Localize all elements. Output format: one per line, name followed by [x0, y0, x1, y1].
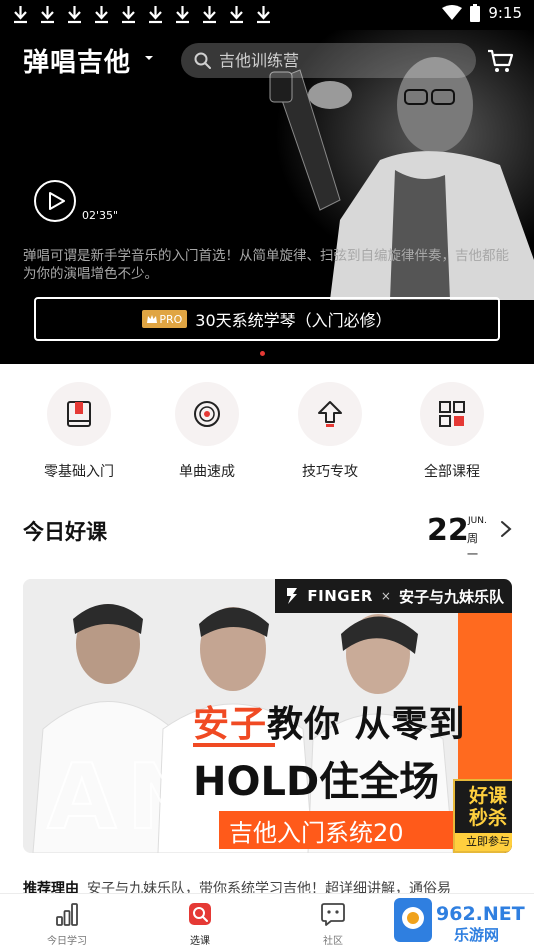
course-headline: 安子教你 从零到 — [193, 695, 466, 747]
download-icon — [122, 6, 135, 24]
chevron-right-icon[interactable] — [500, 520, 512, 538]
ghost-watermark-text: AN — [46, 744, 212, 851]
play-button[interactable] — [34, 180, 76, 222]
page-title[interactable]: 弹唱吉他 — [23, 42, 131, 79]
category-single-song[interactable]: 单曲速成 — [147, 382, 267, 481]
wifi-icon — [442, 5, 463, 20]
download-icon — [203, 6, 216, 24]
upload-arrow-icon — [318, 401, 342, 427]
status-time: 9:15 — [488, 4, 522, 22]
course-select-icon — [189, 903, 211, 925]
promo-line-2: 秒杀 — [468, 807, 507, 829]
date-day: 22 — [427, 513, 469, 548]
status-bar: 9:15 — [0, 0, 534, 30]
date-weekday: 周一 — [467, 532, 478, 561]
category-beginner[interactable]: 零基础入门 — [19, 382, 139, 481]
category-nav: 零基础入门 单曲速成 技巧专攻 全部课程 — [0, 382, 534, 482]
tab-course-select[interactable]: 选课 — [155, 900, 245, 947]
watermark-bottom-text: 乐游网 — [454, 926, 499, 944]
top-bar: 弹唱吉他 — [0, 40, 534, 84]
vinyl-icon — [194, 401, 220, 427]
carousel-dot-active — [260, 351, 265, 356]
pro-badge: PRO — [142, 310, 188, 328]
download-icon — [68, 6, 81, 24]
download-icon — [14, 6, 27, 24]
promo-line-1: 好课 — [468, 785, 507, 807]
category-all-courses[interactable]: 全部课程 — [392, 382, 512, 481]
download-icon — [176, 6, 189, 24]
carousel-indicator — [260, 351, 265, 356]
grid-icon — [439, 401, 465, 427]
search-box[interactable] — [181, 43, 476, 78]
finger-logo-icon — [287, 588, 298, 604]
course-series-label: 吉他入门系统20 — [219, 811, 455, 849]
category-label: 全部课程 — [424, 464, 480, 480]
crown-icon — [147, 315, 158, 323]
headline-highlight: 安子 — [193, 704, 268, 745]
tab-community[interactable]: 社区 — [288, 900, 378, 947]
battery-icon — [470, 4, 481, 22]
headline-underline — [193, 743, 275, 747]
featured-course-card[interactable]: AN FINGER × 安子与九妹乐队 安子教你 从零到 HOLD住全场 吉他入… — [23, 579, 512, 853]
category-label: 技巧专攻 — [302, 464, 358, 480]
category-label: 单曲速成 — [179, 464, 235, 480]
join-now-button[interactable]: 立即参与 — [455, 833, 512, 851]
cart-icon[interactable] — [486, 46, 514, 74]
chat-bubble-icon — [321, 903, 345, 926]
book-icon — [67, 401, 91, 427]
search-icon — [194, 52, 211, 69]
download-icon — [41, 6, 54, 24]
headline-rest: 教你 从零到 — [267, 704, 466, 745]
hero-banner[interactable]: 9:15 弹唱吉他 02'35" 弹唱可谓是新手学音乐的入门首选！从简单旋律、扫… — [0, 0, 534, 364]
site-watermark-logo: 962.NET 乐游网 — [394, 898, 525, 944]
caret-down-icon[interactable] — [145, 54, 153, 62]
play-icon — [49, 192, 65, 210]
course-cta-button[interactable]: PRO 30天系统学琴（入门必修） — [34, 297, 500, 341]
download-icon — [230, 6, 243, 24]
tab-label: 今日学习 — [47, 936, 87, 947]
partner-name: 安子与九妹乐队 — [398, 587, 504, 606]
section-title: 今日好课 — [23, 520, 107, 544]
tab-label: 选课 — [190, 936, 210, 947]
flash-sale-badge[interactable]: 好课 秒杀 立即参与 — [453, 779, 512, 853]
category-label: 零基础入门 — [44, 464, 114, 480]
search-input[interactable] — [219, 43, 459, 78]
download-icon — [95, 6, 108, 24]
category-techniques[interactable]: 技巧专攻 — [270, 382, 390, 481]
download-icon — [149, 6, 162, 24]
brand-name: FINGER — [307, 587, 373, 605]
video-duration: 02'35" — [82, 209, 119, 222]
date-month: JUN. — [468, 516, 487, 526]
hero-description: 弹唱可谓是新手学音乐的入门首选！从简单旋律、扫弦到自编旋律伴奏，吉他都能为你的演… — [23, 248, 509, 282]
brand-tag: FINGER × 安子与九妹乐队 — [275, 579, 512, 613]
download-icon — [257, 6, 270, 24]
brand-separator: × — [380, 589, 391, 603]
tab-today-study[interactable]: 今日学习 — [22, 900, 112, 947]
tab-label: 社区 — [323, 936, 343, 947]
course-headline-2: HOLD住全场 — [193, 759, 440, 805]
pro-badge-label: PRO — [159, 312, 183, 326]
chart-bars-icon — [56, 903, 78, 926]
watermark-top-text: 962.NET — [436, 903, 525, 925]
cta-label: 30天系统学琴（入门必修） — [195, 311, 392, 330]
download-notifications — [12, 4, 272, 24]
